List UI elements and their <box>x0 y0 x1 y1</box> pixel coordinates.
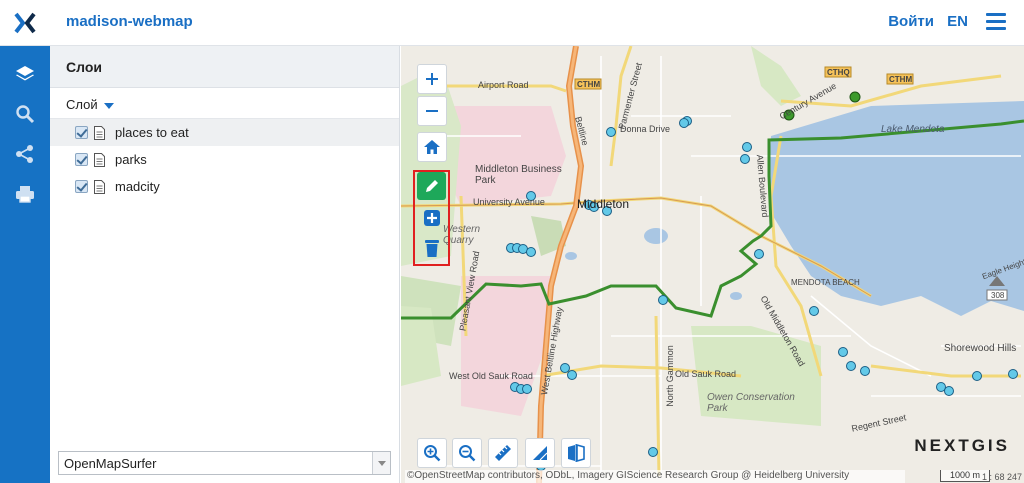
map-label: University Avenue <box>473 197 545 207</box>
vector-layer-icon <box>94 179 105 194</box>
map-label: Owen Conservation Park <box>707 392 795 414</box>
map-label: Western Quarry <box>443 224 481 246</box>
top-bar: madison-webmap Войти EN <box>0 0 1024 46</box>
map-label: Middleton Business Park <box>475 164 562 186</box>
app-title: madison-webmap <box>66 13 193 30</box>
area-icon <box>533 446 548 461</box>
search-icon[interactable] <box>0 94 50 134</box>
map-label: Lake Mendota <box>881 124 945 135</box>
layer-menu-label[interactable]: Слой <box>66 97 98 112</box>
add-feature-button[interactable] <box>417 204 446 232</box>
nextgis-brand: NEXTGIS <box>914 436 1010 455</box>
zoom-out-icon <box>459 445 476 462</box>
language-switch[interactable]: EN <box>947 13 968 30</box>
print-icon[interactable] <box>0 174 50 214</box>
map-label: West Old Sauk Road <box>449 371 533 381</box>
zoom-out-box-button[interactable] <box>452 438 482 468</box>
layer-label: madcity <box>115 179 160 194</box>
plus-icon <box>426 73 438 85</box>
login-link[interactable]: Войти <box>888 13 934 30</box>
map-label: 308 <box>991 291 1005 300</box>
map-label: CTHM <box>577 80 601 89</box>
vector-layer-icon <box>94 152 105 167</box>
map-label: CTHM <box>889 75 913 84</box>
measure-area-button[interactable] <box>525 438 555 468</box>
swipe-compare-button[interactable] <box>561 438 591 468</box>
map-label: Shorewood Hills <box>944 343 1017 354</box>
map-canvas[interactable] <box>401 46 1024 483</box>
home-extent-button[interactable] <box>417 132 447 162</box>
layer-checkbox[interactable] <box>75 180 88 193</box>
layers-icon[interactable] <box>0 54 50 94</box>
panel-title: Слои <box>50 46 399 88</box>
vector-layer-icon <box>94 125 105 140</box>
zoom-in-icon <box>424 445 441 462</box>
dropdown-arrow-icon[interactable] <box>372 452 390 474</box>
map-label: MENDOTA BEACH <box>791 278 860 287</box>
layer-item[interactable]: parks <box>50 146 399 173</box>
plus-square-icon <box>423 210 440 226</box>
layer-label: parks <box>115 152 147 167</box>
layer-item[interactable]: places to eat <box>50 119 399 146</box>
caret-down-icon[interactable] <box>103 102 114 109</box>
zoom-in-box-button[interactable] <box>417 438 447 468</box>
layer-checkbox[interactable] <box>75 153 88 166</box>
layers-panel: Слои Слой places to eat parks madcity Op… <box>50 46 400 483</box>
nextgis-logo-icon[interactable] <box>0 0 50 46</box>
zoom-out-button[interactable] <box>417 96 447 126</box>
share-icon[interactable] <box>0 134 50 174</box>
zoom-in-button[interactable] <box>417 64 447 94</box>
delete-feature-button[interactable] <box>417 234 446 262</box>
map-label: CTHQ <box>827 68 850 77</box>
edit-mode-button[interactable] <box>417 172 446 200</box>
compare-icon <box>568 444 585 462</box>
map-label: North Gammon <box>664 345 675 407</box>
layer-item[interactable]: madcity <box>50 173 399 200</box>
pencil-icon <box>425 180 438 192</box>
ruler-icon <box>495 445 511 461</box>
layer-checkbox[interactable] <box>75 126 88 139</box>
trash-icon <box>424 240 439 257</box>
left-toolbar <box>0 46 50 483</box>
map-view[interactable]: Airport Road Donna Drive Middleton Busin… <box>401 46 1024 483</box>
map-label: Middleton <box>577 197 630 211</box>
map-label: Airport Road <box>478 80 529 90</box>
basemap-value: OpenMapSurfer <box>64 456 157 471</box>
scale-ratio: 1 : 68 247 <box>981 472 1022 482</box>
home-icon <box>424 140 440 154</box>
minus-icon <box>426 110 438 112</box>
hamburger-menu-icon[interactable] <box>986 13 1006 31</box>
layer-label: places to eat <box>115 125 189 140</box>
map-attribution: ©OpenStreetMap contributors, ODbL, Image… <box>405 470 905 483</box>
measure-distance-button[interactable] <box>488 438 518 468</box>
layer-menu[interactable]: Слой <box>50 88 399 119</box>
basemap-select[interactable]: OpenMapSurfer <box>58 451 391 475</box>
map-label: Old Sauk Road <box>675 369 737 379</box>
